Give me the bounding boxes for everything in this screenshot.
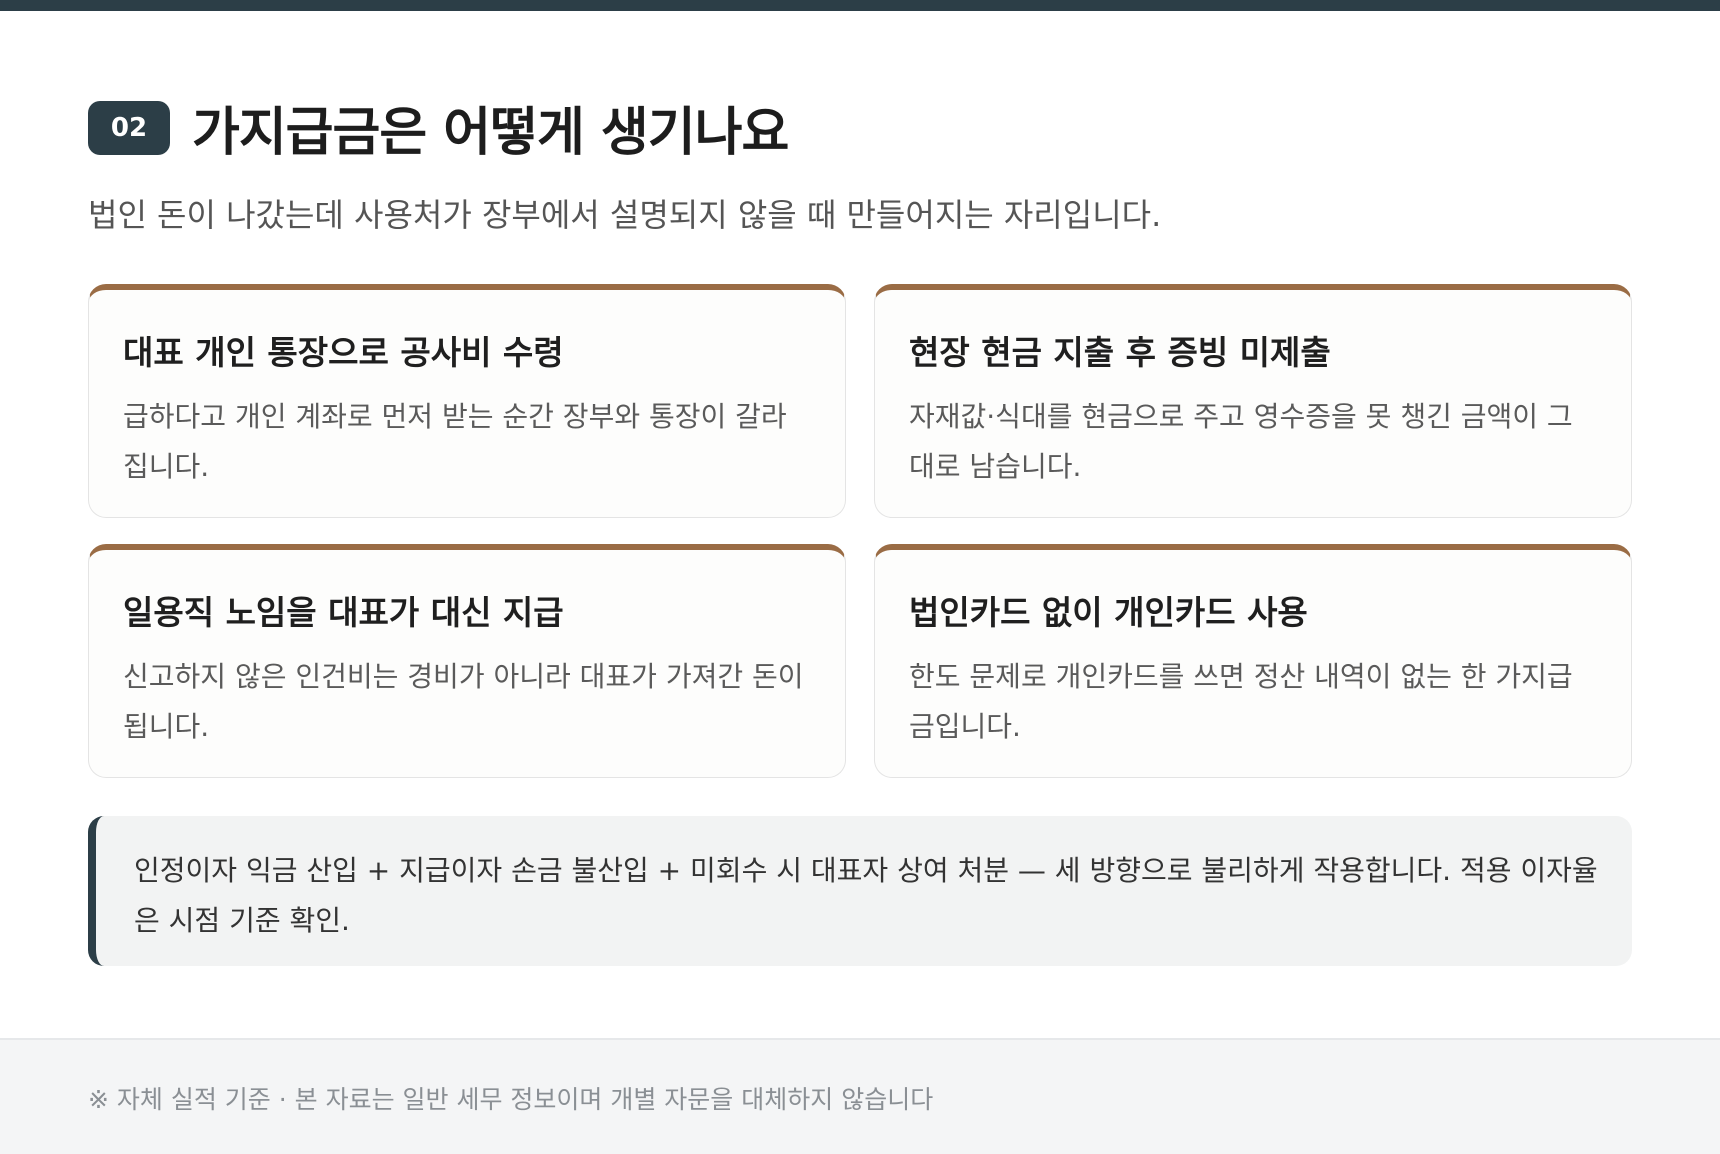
card-title: 대표 개인 통장으로 공사비 수령	[123, 333, 564, 372]
summary-callout: 인정이자 익금 산입 + 지급이자 손금 불산입 + 미회수 시 대표자 상여 …	[88, 816, 1632, 966]
cause-card: 현장 현금 지출 후 증빙 미제출 자재값·식대를 현금으로 주고 영수증을 못…	[874, 284, 1632, 518]
section-number-badge: 02	[88, 100, 170, 155]
footer-disclaimer: ※ 자체 실적 기준 · 본 자료는 일반 세무 정보이며 개별 자문을 대체하…	[88, 1085, 934, 1114]
cause-card-grid: 대표 개인 통장으로 공사비 수령 급하다고 개인 계좌로 먼저 받는 순간 장…	[88, 284, 1632, 778]
top-accent-bar	[0, 0, 1720, 11]
page-title: 가지급금은 어떻게 생기나요	[192, 103, 789, 163]
card-description: 신고하지 않은 인건비는 경비가 아니라 대표가 가져간 돈이 됩니다.	[123, 660, 804, 743]
cause-card: 대표 개인 통장으로 공사비 수령 급하다고 개인 계좌로 먼저 받는 순간 장…	[88, 284, 846, 518]
section-subtitle: 법인 돈이 나갔는데 사용처가 장부에서 설명되지 않을 때 만들어지는 자리입…	[88, 196, 1162, 234]
cause-card: 일용직 노임을 대표가 대신 지급 신고하지 않은 인건비는 경비가 아니라 대…	[88, 544, 846, 778]
cause-card: 법인카드 없이 개인카드 사용 한도 문제로 개인카드를 쓰면 정산 내역이 없…	[874, 544, 1632, 778]
footer: ※ 자체 실적 기준 · 본 자료는 일반 세무 정보이며 개별 자문을 대체하…	[0, 1038, 1720, 1154]
card-title: 현장 현금 지출 후 증빙 미제출	[909, 333, 1331, 372]
card-description: 한도 문제로 개인카드를 쓰면 정산 내역이 없는 한 가지급금입니다.	[909, 660, 1573, 743]
section-heading: 02 가지급금은 어떻게 생기나요	[88, 90, 789, 165]
card-description: 급하다고 개인 계좌로 먼저 받는 순간 장부와 통장이 갈라집니다.	[123, 400, 787, 483]
card-title: 법인카드 없이 개인카드 사용	[909, 593, 1308, 632]
card-description: 자재값·식대를 현금으로 주고 영수증을 못 챙긴 금액이 그대로 남습니다.	[909, 400, 1573, 483]
callout-text: 인정이자 익금 산입 + 지급이자 손금 불산입 + 미회수 시 대표자 상여 …	[134, 854, 1598, 937]
card-title: 일용직 노임을 대표가 대신 지급	[123, 593, 564, 632]
